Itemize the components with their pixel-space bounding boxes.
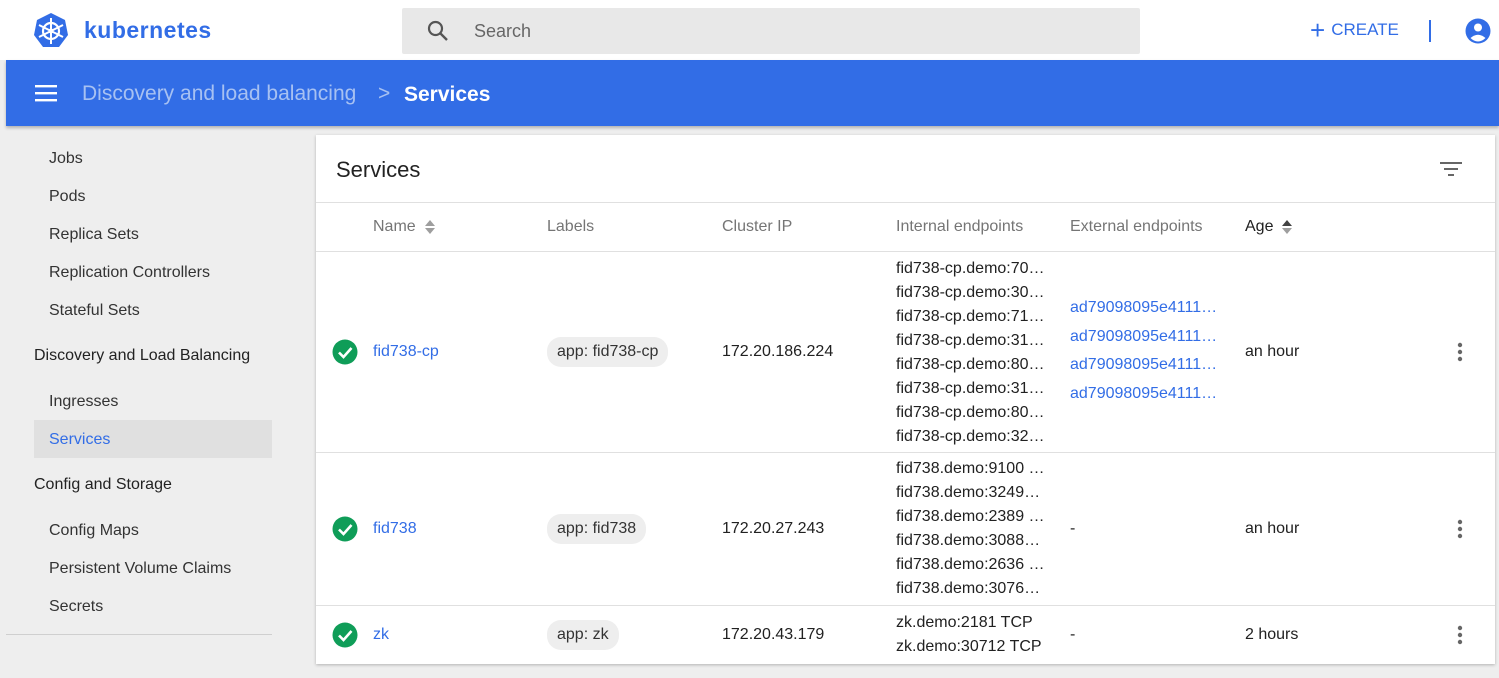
kubernetes-logo-icon[interactable] xyxy=(32,12,70,50)
internal-endpoint: fid738.demo:3076… xyxy=(896,580,1041,597)
internal-endpoint: fid738-cp.demo:31… xyxy=(896,332,1045,349)
more-vert-icon[interactable] xyxy=(1456,624,1464,646)
sidebar-item-jobs[interactable]: Jobs xyxy=(49,150,83,168)
sidebar-item-ingresses[interactable]: Ingresses xyxy=(49,393,118,411)
internal-endpoint: fid738.demo:3088… xyxy=(896,532,1041,549)
external-endpoint-link[interactable]: ad79098095e4111… xyxy=(1070,294,1228,323)
cluster-ip: 172.20.43.179 xyxy=(722,626,825,643)
column-header-cluster-ip: Cluster IP xyxy=(722,218,793,235)
service-name-link[interactable]: fid738-cp xyxy=(373,343,439,361)
check-circle-icon xyxy=(332,622,358,648)
search-icon xyxy=(427,20,448,41)
services-card: Services Name Labels Cluster IP Internal… xyxy=(316,135,1495,664)
service-age: an hour xyxy=(1245,520,1300,537)
top-bar: kubernetes + CREATE xyxy=(0,0,1499,60)
account-circle-icon[interactable] xyxy=(1465,18,1491,44)
internal-endpoint: fid738-cp.demo:32… xyxy=(896,428,1045,445)
internal-endpoint: fid738.demo:2389 … xyxy=(896,508,1045,525)
check-circle-icon xyxy=(332,516,358,542)
breadcrumb-parent[interactable]: Discovery and load balancing xyxy=(82,82,356,106)
card-title: Services xyxy=(336,157,421,182)
external-endpoint-link[interactable]: ad79098095e4111… xyxy=(1070,323,1228,352)
search-box[interactable] xyxy=(402,8,1140,54)
internal-endpoint: fid738-cp.demo:70… xyxy=(896,260,1045,277)
menu-icon[interactable] xyxy=(34,82,58,104)
internal-endpoint: fid738-cp.demo:30… xyxy=(896,284,1045,301)
internal-endpoint: fid738.demo:3249… xyxy=(896,484,1041,501)
sidebar-item-replica-sets[interactable]: Replica Sets xyxy=(49,226,139,244)
internal-endpoint: fid738-cp.demo:71… xyxy=(896,308,1045,325)
column-header-age[interactable]: Age xyxy=(1245,218,1293,236)
sort-icon xyxy=(1282,220,1293,234)
internal-endpoints-list: fid738-cp.demo:70… fid738-cp.demo:30… fi… xyxy=(896,257,1054,449)
create-button[interactable]: + CREATE xyxy=(1310,14,1399,46)
service-age: 2 hours xyxy=(1245,626,1299,643)
external-endpoints-empty: - xyxy=(1070,626,1076,643)
cluster-ip: 172.20.186.224 xyxy=(722,343,834,360)
label-chip: app: fid738-cp xyxy=(547,337,669,367)
row-divider xyxy=(316,605,1495,606)
page-title: Services xyxy=(404,83,491,106)
plus-icon: + xyxy=(1310,15,1326,45)
internal-endpoint: zk.demo:30712 TCP xyxy=(896,638,1042,655)
internal-endpoint: fid738-cp.demo:31… xyxy=(896,380,1045,397)
sort-icon xyxy=(424,220,435,234)
more-vert-icon[interactable] xyxy=(1456,341,1464,363)
internal-endpoint: fid738-cp.demo:80… xyxy=(896,404,1045,421)
sidebar-item-replication-controllers[interactable]: Replication Controllers xyxy=(49,264,210,282)
sidebar-section-config[interactable]: Config and Storage xyxy=(34,476,172,494)
filter-icon[interactable] xyxy=(1438,157,1464,181)
column-header-external-endpoints: External endpoints xyxy=(1070,218,1203,235)
external-endpoint-link[interactable]: ad79098095e4111… xyxy=(1070,380,1228,409)
external-endpoints-list: ad79098095e4111… ad79098095e4111… ad7909… xyxy=(1070,294,1228,408)
sidebar-item-pods[interactable]: Pods xyxy=(49,188,85,206)
internal-endpoint: fid738.demo:2636 … xyxy=(896,556,1045,573)
external-endpoints-empty: - xyxy=(1070,520,1076,537)
internal-endpoint: fid738-cp.demo:80… xyxy=(896,356,1045,373)
label-chip: app: fid738 xyxy=(547,514,647,544)
service-age: an hour xyxy=(1245,343,1300,360)
sidebar-item-secrets[interactable]: Secrets xyxy=(49,598,103,616)
column-header-name[interactable]: Name xyxy=(373,218,436,236)
service-name-link[interactable]: zk xyxy=(373,626,389,644)
check-circle-icon xyxy=(332,339,358,365)
column-header-labels: Labels xyxy=(547,218,595,235)
sidebar-item-stateful-sets[interactable]: Stateful Sets xyxy=(49,302,140,320)
table-header-divider xyxy=(316,251,1495,252)
breadcrumb-separator: > xyxy=(378,82,391,105)
internal-endpoints-list: zk.demo:2181 TCP zk.demo:30712 TCP xyxy=(896,611,1054,659)
column-header-name-label: Name xyxy=(373,218,416,235)
service-name-link[interactable]: fid738 xyxy=(373,520,417,538)
page-header: Discovery and load balancing > Services xyxy=(6,60,1499,126)
internal-endpoints-list: fid738.demo:9100 … fid738.demo:3249… fid… xyxy=(896,457,1054,601)
external-endpoint-link[interactable]: ad79098095e4111… xyxy=(1070,351,1228,380)
column-header-age-label: Age xyxy=(1245,218,1274,235)
sidebar-item-services[interactable]: Services xyxy=(49,431,110,449)
sidebar: Jobs Pods Replica Sets Replication Contr… xyxy=(6,126,296,678)
create-button-label: CREATE xyxy=(1331,20,1399,39)
column-header-internal-endpoints: Internal endpoints xyxy=(896,218,1024,235)
cluster-ip: 172.20.27.243 xyxy=(722,520,825,537)
internal-endpoint: zk.demo:2181 TCP xyxy=(896,614,1033,631)
brand-title[interactable]: kubernetes xyxy=(84,17,212,44)
row-divider xyxy=(316,452,1495,453)
label-chip: app: zk xyxy=(547,620,619,650)
sidebar-section-discovery[interactable]: Discovery and Load Balancing xyxy=(34,347,250,365)
sidebar-item-persistent-volume-claims[interactable]: Persistent Volume Claims xyxy=(49,560,231,578)
internal-endpoint: fid738.demo:9100 … xyxy=(896,460,1045,477)
sidebar-divider xyxy=(6,634,272,635)
toolbar-divider xyxy=(1429,20,1431,42)
sidebar-item-config-maps[interactable]: Config Maps xyxy=(49,522,139,540)
more-vert-icon[interactable] xyxy=(1456,518,1464,540)
header-divider xyxy=(316,202,1495,203)
search-input[interactable] xyxy=(474,8,1114,54)
